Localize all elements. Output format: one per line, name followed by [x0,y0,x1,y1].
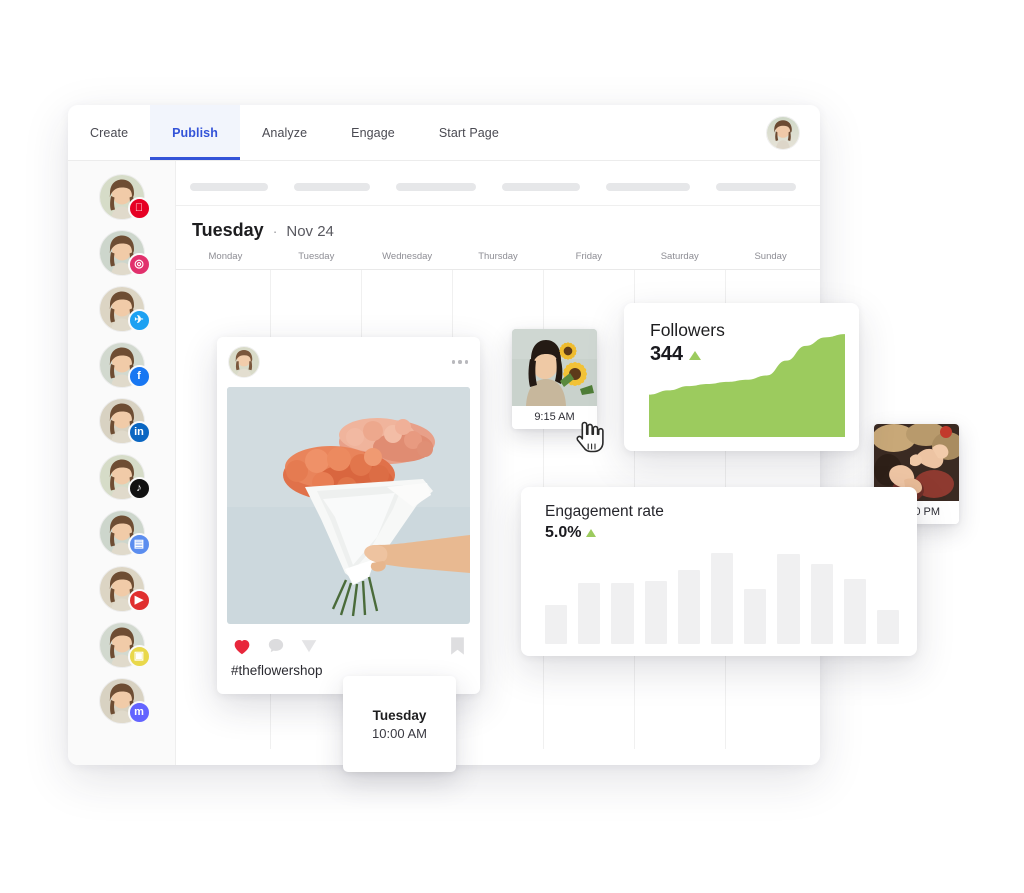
main-tab-bar: Create Publish Analyze Engage Start Page [68,105,820,161]
title-separator: · [272,223,278,239]
followers-area-chart [649,334,845,437]
sidebar-account-tiktok[interactable]: ♪ [99,455,151,500]
skeleton-bar [396,183,476,191]
weekday-label-tuesday: Tuesday [298,251,335,262]
snapchat-icon[interactable]: ▣ [127,645,151,668]
weekday-label-monday: Monday [208,251,243,262]
skeleton-bar [502,183,580,191]
engagement-stat-card: Engagement rate 5.0% [521,487,917,656]
weekday-label-saturday: Saturday [660,251,699,262]
post-image [227,387,470,624]
skeleton-bar [716,183,796,191]
sidebar-account-linkedin[interactable]: in [99,399,151,444]
hand-pointer-cursor [575,420,605,456]
tab-create-label: Create [90,125,129,140]
engagement-bar [545,604,568,644]
weekday-label-thursday: Thursday [478,251,518,262]
facebook-icon[interactable]: f [127,365,151,388]
sidebar-account-pinterest[interactable]:  [99,175,151,220]
engagement-bar [843,579,866,644]
engagement-bar [777,553,800,644]
comment-icon[interactable] [266,636,286,656]
tooltip-time: 10:00 AM [372,725,427,741]
bookmark-icon[interactable] [449,636,466,656]
cursor-icon [576,421,604,453]
engagement-bar [810,563,833,644]
tab-start-page[interactable]: Start Page [417,105,521,160]
mastodon-icon[interactable]: m [127,701,151,724]
weekday-label-friday: Friday [575,251,603,262]
engagement-value-row: 5.0% [521,521,917,542]
avatar-image [767,116,799,149]
tiktok-icon[interactable]: ♪ [127,477,151,500]
weekday-header-row: Monday Tuesday Wednesday Thursday Friday Satu… [176,251,820,269]
tab-analyze[interactable]: Analyze [240,105,329,160]
screenshot-root: Create Publish Analyze Engage Start Page [0,0,1024,893]
followers-area-path [649,334,845,437]
day-of-week: Tuesday [192,220,264,240]
shop-icon[interactable]: ▤ [127,533,151,556]
sidebar-account-snapchat[interactable]: ▣ [99,623,151,668]
engagement-bar [644,581,667,644]
engagement-value: 5.0% [545,524,582,541]
tab-create[interactable]: Create [68,105,150,160]
tooltip-day: Tuesday [372,707,427,723]
instagram-icon[interactable]: ◎ [127,253,151,276]
toolbar-skeleton [176,161,820,206]
post-action-bar [217,624,480,663]
engagement-title: Engagement rate [545,503,664,520]
tab-engage[interactable]: Engage [329,105,417,160]
skeleton-bar [606,183,690,191]
tab-publish[interactable]: Publish [150,105,240,160]
tab-analyze-label: Analyze [261,125,308,140]
social-accounts-sidebar:  ◎ ✈ f in ♪ [68,161,176,765]
scheduled-thumb-915[interactable]: 9:15 AM [512,329,597,429]
sunflower-thumb-image [512,329,597,406]
bouquet-photo [227,387,470,624]
schedule-tooltip-card: Tuesday 10:00 AM [343,676,456,772]
sunflower-photo [512,329,597,406]
engagement-trend-up-icon [586,529,597,537]
share-icon[interactable] [299,636,319,656]
tab-publish-label: Publish [172,125,218,140]
tab-engage-label: Engage [351,125,395,140]
scheduled-post-card[interactable]: #theflowershop [217,337,480,694]
skeleton-bar [190,183,268,191]
engagement-bar [876,609,900,644]
sidebar-account-twitter[interactable]: ✈ [99,287,151,332]
weekday-label-sunday: Sunday [754,251,787,262]
skeleton-bar [294,183,370,191]
post-author-avatar[interactable] [229,347,259,377]
calendar-day-title: Tuesday · Nov 24 [176,206,820,251]
post-avatar-image [229,347,259,377]
sidebar-account-shop[interactable]: ▤ [99,511,151,556]
like-heart-icon[interactable] [231,635,253,657]
sidebar-account-facebook[interactable]: f [99,343,151,388]
engagement-bar [611,583,634,644]
post-card-header [217,337,480,387]
twitter-icon[interactable]: ✈ [127,309,151,332]
pinterest-icon[interactable]:  [127,197,151,220]
engagement-bar-chart [545,546,900,644]
user-avatar[interactable] [766,115,800,150]
engagement-bar [744,589,767,644]
sidebar-account-mastodon[interactable]: m [99,679,151,724]
sidebar-account-instagram[interactable]: ◎ [99,231,151,276]
youtube-icon[interactable]: ▶ [127,589,151,612]
engagement-bar [578,583,601,644]
linkedin-icon[interactable]: in [127,421,151,444]
engagement-bar [710,552,734,644]
followers-stat-card: Followers 344 [624,303,859,451]
more-options-dots-icon[interactable] [451,360,468,364]
tab-start-page-label: Start Page [438,125,499,140]
weekday-label-wednesday: Wednesday [382,251,433,262]
engagement-bar [677,569,700,644]
calendar-date: Nov 24 [286,223,334,240]
sidebar-account-youtube[interactable]: ▶ [99,567,151,612]
